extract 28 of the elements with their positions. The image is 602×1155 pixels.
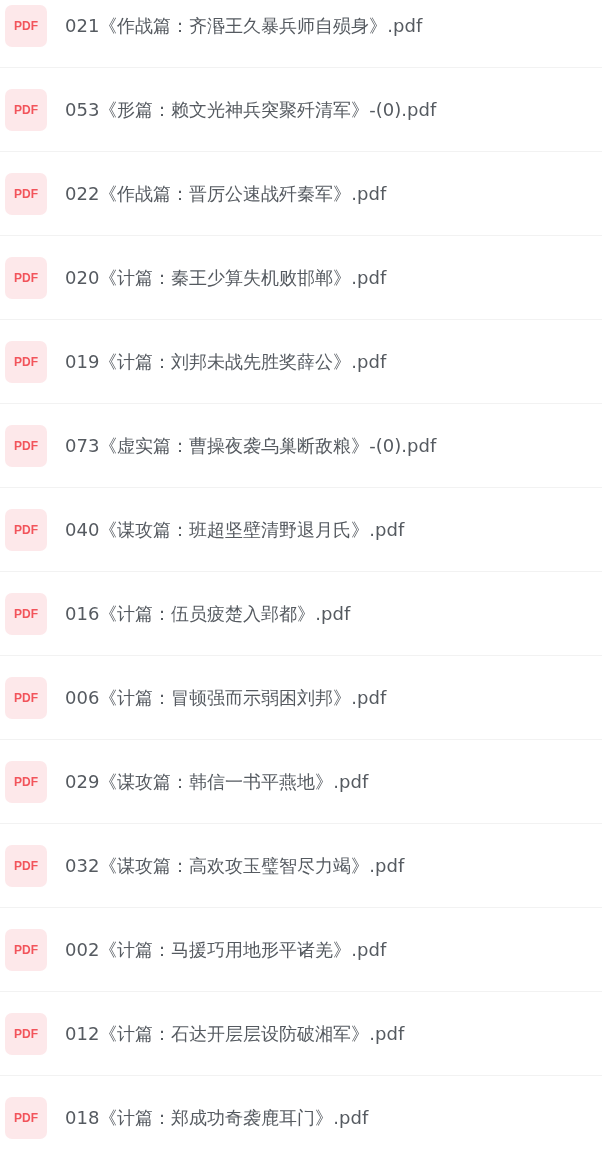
file-name[interactable]: 016《计篇：伍员疲楚入郢都》.pdf xyxy=(65,601,351,626)
pdf-file-icon: PDF xyxy=(5,760,47,803)
pdf-file-icon: PDF xyxy=(5,88,47,131)
pdf-file-icon: PDF xyxy=(5,172,47,215)
file-name[interactable]: 073《虚实篇：曹操夜袭乌巢断敌粮》-(0).pdf xyxy=(65,433,437,458)
file-name[interactable]: 021《作战篇：齐湣王久暴兵师自殒身》.pdf xyxy=(65,13,423,38)
file-name[interactable]: 002《计篇：马援巧用地形平诸羌》.pdf xyxy=(65,937,387,962)
pdf-file-icon: PDF xyxy=(5,4,47,47)
pdf-file-icon: PDF xyxy=(5,424,47,467)
pdf-file-icon: PDF xyxy=(5,1012,47,1055)
pdf-file-icon: PDF xyxy=(5,256,47,299)
file-name[interactable]: 040《谋攻篇：班超坚壁清野退月氏》.pdf xyxy=(65,517,405,542)
file-name[interactable]: 012《计篇：石达开层层设防破湘军》.pdf xyxy=(65,1021,405,1046)
pdf-file-icon: PDF xyxy=(5,928,47,971)
file-name[interactable]: 053《形篇：赖文光神兵突聚歼清军》-(0).pdf xyxy=(65,97,437,122)
pdf-file-icon: PDF xyxy=(5,340,47,383)
file-name[interactable]: 006《计篇：冒顿强而示弱困刘邦》.pdf xyxy=(65,685,387,710)
pdf-file-icon: PDF xyxy=(5,844,47,887)
file-name[interactable]: 032《谋攻篇：高欢攻玉璧智尽力竭》.pdf xyxy=(65,853,405,878)
pdf-file-icon: PDF xyxy=(5,592,47,635)
file-name[interactable]: 029《谋攻篇：韩信一书平燕地》.pdf xyxy=(65,769,369,794)
file-name[interactable]: 022《作战篇：晋厉公速战歼秦军》.pdf xyxy=(65,181,387,206)
pdf-file-icon: PDF xyxy=(5,508,47,551)
file-name[interactable]: 020《计篇：秦王少算失机败邯郸》.pdf xyxy=(65,265,387,290)
file-name[interactable]: 018《计篇：郑成功奇袭鹿耳门》.pdf xyxy=(65,1105,369,1130)
file-name[interactable]: 019《计篇：刘邦未战先胜奖薛公》.pdf xyxy=(65,349,387,374)
pdf-file-icon: PDF xyxy=(5,1096,47,1139)
pdf-file-icon: PDF xyxy=(5,676,47,719)
